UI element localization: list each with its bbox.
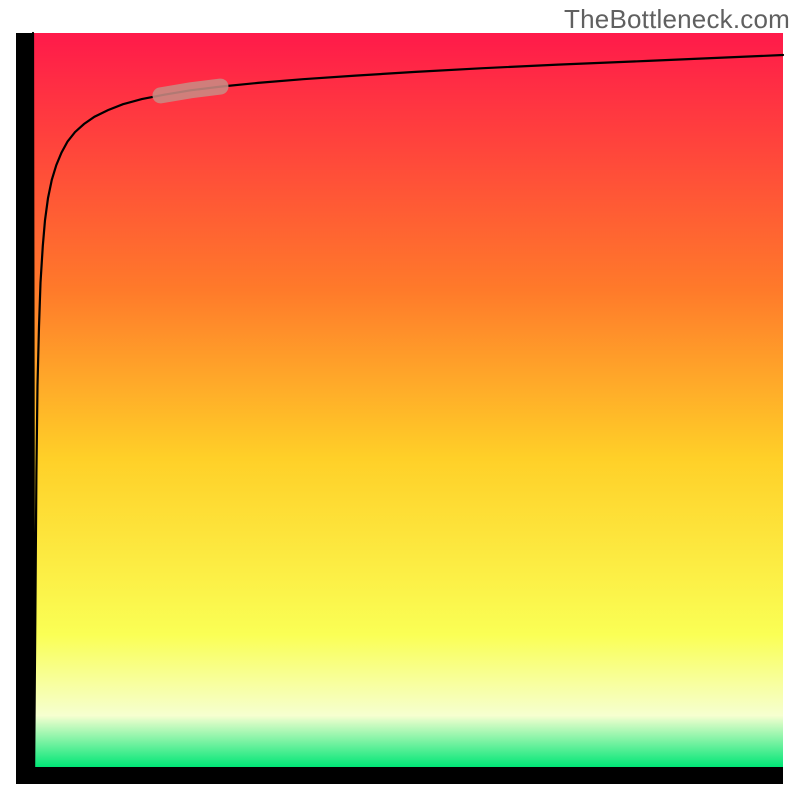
watermark-label: TheBottleneck.com — [564, 4, 790, 35]
curve-marker — [161, 87, 221, 96]
plot-background — [33, 33, 783, 767]
x-axis — [16, 767, 783, 784]
chart-container: TheBottleneck.com — [0, 0, 800, 800]
y-axis — [16, 33, 33, 767]
chart-svg — [0, 0, 800, 800]
